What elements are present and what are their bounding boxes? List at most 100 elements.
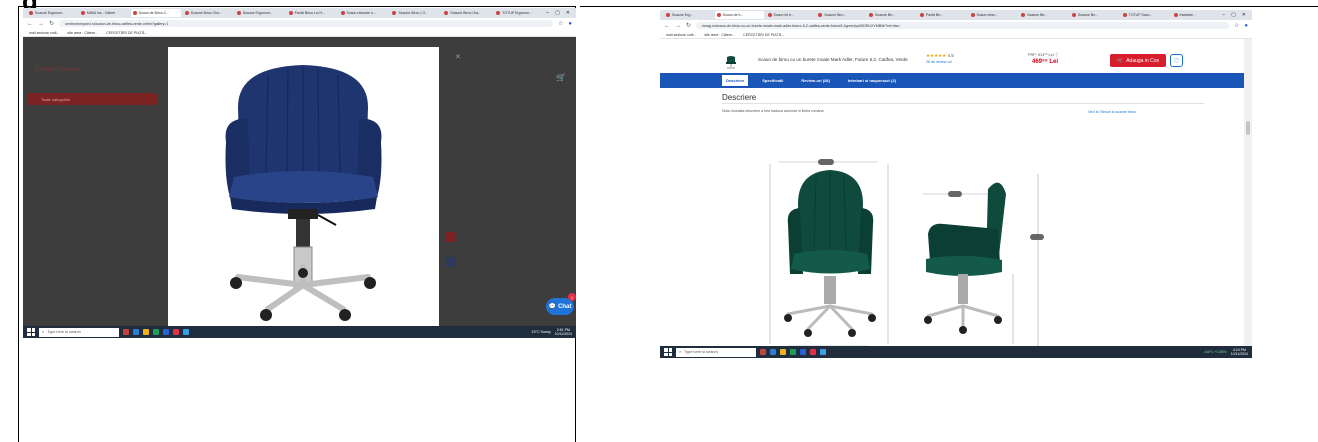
taskbar-search[interactable]: ⌕ Type here to search [676,347,756,357]
reload-icon[interactable]: ↻ [49,20,54,27]
tab-reviews[interactable]: Review-uri (28) [797,75,833,86]
site-logo[interactable]: Centrum Scaune [35,67,80,73]
browser-tab[interactable]: TOTUP Ergonom... [494,9,544,17]
tab-questions[interactable]: Intrebari si raspunsuri (2) [844,75,900,86]
tab-label: Scaune Bir... [875,13,895,17]
browser-tab[interactable]: Scaune Ergonom... [27,9,77,17]
taskbar-app-icon[interactable] [123,329,129,335]
taskbar-app-icon[interactable] [800,349,806,355]
browser-tab[interactable]: Scaun de b... [714,11,764,19]
browser-tab[interactable]: Scaune Erg... [664,11,713,19]
categories-button[interactable]: Toate categoriile [27,93,157,105]
add-to-cart-button[interactable]: 🛒 Adauga in Cos [1110,54,1166,67]
tab-favicon-icon [716,13,721,17]
star-icon[interactable]: ☆ [1234,22,1239,29]
clock-date: 10/11/2024 [554,332,572,336]
cart-icon[interactable]: 🛒 [556,73,570,83]
browser-tab[interactable]: Pantă Birou Lui H... [287,9,337,17]
tab-favicon-icon [184,11,189,15]
taskbar-app-icon[interactable] [780,349,786,355]
bookmark-item[interactable]: mail sesiune cutil... [666,33,696,37]
secondary-button[interactable] [446,257,456,267]
close-icon[interactable]: ✕ [455,53,461,61]
tab-specifications[interactable]: Specificatii [758,75,787,86]
bookmark-item[interactable]: CERCETĂRI DE PIAȚĂ... [743,33,784,37]
tab-favicon-icon [1122,13,1127,17]
tab-favicon-icon [970,13,975,17]
bookmarks-bar: mail sesiune cutil... site area · Cătere… [660,31,1252,39]
reload-icon[interactable]: ↻ [686,22,691,29]
browser-tab[interactable]: Scaune Bir... [1070,11,1119,19]
window-controls[interactable]: – ▢ ✕ [1222,12,1252,18]
tab-favicon-icon [869,13,873,17]
bookmark-item[interactable]: site area · Cătere... [704,33,735,37]
taskbar-app-icon[interactable] [173,329,179,335]
bookmark-item[interactable]: site area · Cătere... [67,31,98,35]
system-tray: 19°C Sunny 2:51 PM 10/11/2024 [532,328,572,337]
taskbar-app-icon[interactable] [760,349,766,355]
bookmark-item[interactable]: mail sesiune cutil... [29,31,59,35]
browser-tab[interactable]: Scaune Ergonom... [235,9,285,17]
taskbar-app-icon[interactable] [820,349,826,355]
browser-tab[interactable]: MIMA Ins - Cătere [79,9,129,17]
profile-icon[interactable]: ● [568,21,572,27]
browser-tab[interactable]: Scaune Birou Clor... [183,9,233,17]
browser-tab[interactable]: Pantă Bir... [918,11,967,19]
product-title: Scaun de birou cu un burete moale Mark A… [758,57,908,62]
stock-ticker[interactable]: AAPL +0.88% [1204,350,1226,354]
taskbar-app-icon[interactable] [770,349,776,355]
windows-start-icon[interactable] [27,328,35,336]
forward-icon[interactable]: → [38,21,44,27]
bookmark-item[interactable]: CERCETĂRI DE PIAȚĂ... [106,31,147,35]
tab-favicon-icon [767,13,772,17]
star-icons: ★★★★★ [926,53,947,58]
back-icon[interactable]: ← [664,23,670,29]
url-input[interactable]: emag.ro/scaun-de-birou-cu-un-burete-moal… [696,22,1229,29]
browser-tab[interactable]: Instalare... [1172,11,1221,19]
tab-strip: Scaune Ergonom... MIMA Ins - Cătere Scaun … [23,8,576,18]
profile-icon[interactable]: ● [1244,23,1248,29]
search-icon: ⌕ [679,350,682,354]
browser-tab[interactable]: Scaune Bir... [1019,11,1068,19]
taskbar-app-icon[interactable] [133,329,139,335]
browser-tab[interactable]: TOTUP Scan... [1121,11,1170,19]
add-to-cart-button[interactable] [446,232,456,242]
windows-start-icon[interactable] [664,348,672,356]
tab-description[interactable]: Descriere [722,75,749,86]
browser-tab[interactable]: Scaune Biro... [816,11,865,19]
heart-icon[interactable]: ♡ [1170,54,1183,67]
tab-label: Pantă Bir... [925,13,943,17]
browser-tab[interactable]: Scaun relax... [969,11,1018,19]
reviews-link[interactable]: 28 de review-uri [926,60,952,64]
browser-tab[interactable]: Scaune Birou Ora... [442,9,492,17]
page-scrollbar[interactable] [1244,39,1252,346]
star-icon[interactable]: ☆ [558,20,563,27]
browser-tab[interactable]: Scaune Bir... [867,11,916,19]
browser-tab[interactable]: Scaune Birou | G... [390,9,440,17]
browser-tab[interactable]: Scaun de b... [766,11,815,19]
product-thumbnail[interactable] [724,55,738,69]
taskbar-app-icon[interactable] [810,349,816,355]
back-icon[interactable]: ← [27,21,33,27]
taskbar-app-icon[interactable] [790,349,796,355]
url-input[interactable]: centrumrezparvi.ro/scaun-de-birou-catife… [59,20,553,27]
weather-text[interactable]: 19°C Sunny [532,330,551,334]
browser-tab[interactable]: Scaun relaxare n... [339,9,389,17]
forward-icon[interactable]: → [675,23,681,29]
see-also-link[interactable]: Vezi si: Birouri si scaune birou [1088,110,1136,114]
tab-label: Scaune Bir... [1078,13,1098,17]
clock[interactable]: 2:51 PM 10/11/2024 [555,328,572,337]
tab-label: TOTUP Scan... [1128,13,1153,17]
browser-tab[interactable]: Scaun de Birou C... [130,9,181,17]
scrollbar-thumb[interactable] [1246,121,1250,135]
taskbar-app-icon[interactable] [183,329,189,335]
window-controls[interactable]: – ▢ ✕ [546,10,576,16]
clock[interactable]: 4:24 PM 10/11/2024 [1231,348,1248,357]
taskbar-search[interactable]: ⌕ Type here to search [39,327,119,337]
taskbar-app-icon[interactable] [143,329,149,335]
left-screenshot: Scaune Ergonom... MIMA Ins - Cătere Scaun … [23,8,576,338]
taskbar-app-icon[interactable] [153,329,159,335]
taskbar-app-icon[interactable] [163,329,169,335]
blue-office-chair-image [225,65,382,321]
tab-favicon-icon [1072,13,1076,17]
